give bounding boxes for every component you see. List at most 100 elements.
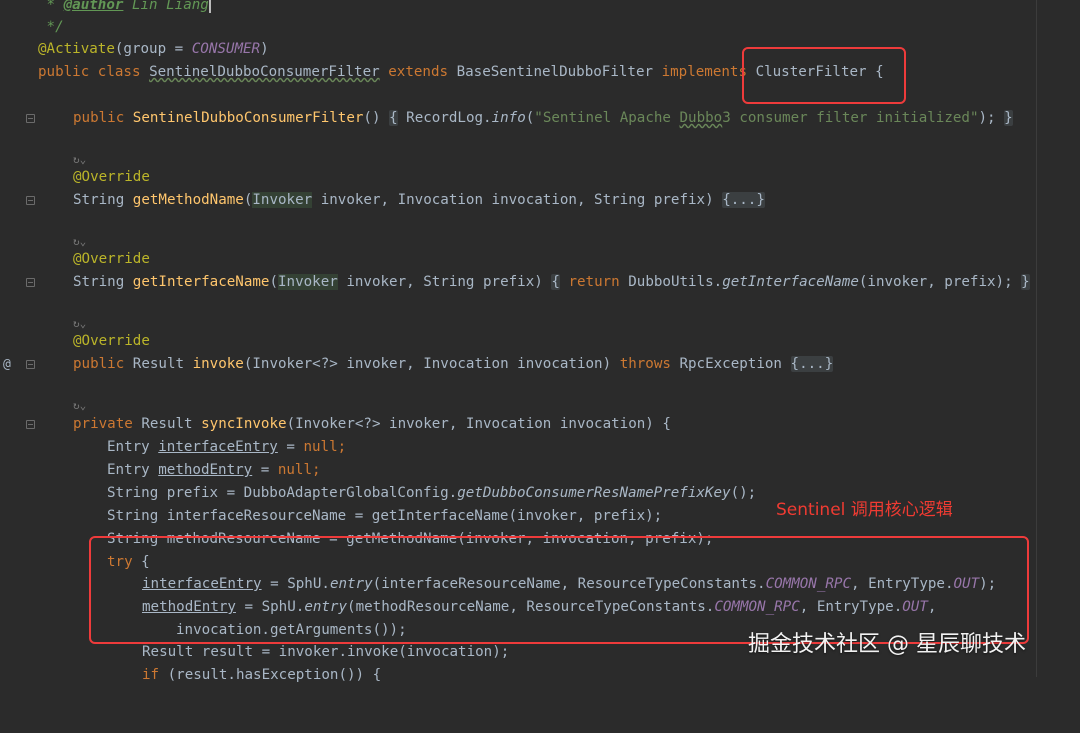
method-name: getInterfaceName [132, 274, 270, 290]
code-token: Result [141, 416, 193, 432]
constructor-name: SentinelDubboConsumerFilter [132, 110, 364, 126]
code-line[interactable]: @Override [0, 248, 150, 271]
code-token: (Invoker<?> invoker, Invocation invocati… [286, 416, 671, 432]
keyword-null: null [303, 439, 338, 455]
code-line[interactable]: public class SentinelDubboConsumerFilter… [0, 61, 884, 84]
code-token: (group = [114, 41, 192, 57]
code-token: (invoker, prefix); [858, 274, 1013, 290]
annotation-activate: @Activate [38, 41, 115, 57]
code-token: ; [337, 439, 347, 455]
doc-author: Lin Liang [123, 0, 209, 13]
folded-body[interactable]: {...} [790, 356, 834, 372]
code-line[interactable]: Entry interfaceEntry = null; [0, 436, 346, 459]
code-token: invoker, String prefix) [337, 274, 552, 290]
code-line[interactable]: Entry methodEntry = null; [0, 459, 321, 482]
code-token: = [252, 462, 278, 478]
code-line[interactable]: String prefix = DubboAdapterGlobalConfig… [0, 482, 756, 505]
right-margin-guide [1036, 0, 1037, 677]
code-token: ) [260, 41, 269, 57]
code-token: String [73, 274, 125, 290]
watermark: 掘金技术社区 @ 星辰聊技术 [748, 632, 1026, 657]
code-line[interactable]: * @author Lin Liang [0, 0, 211, 17]
method-name: syncInvoke [201, 416, 287, 432]
doc-tag: @author [63, 0, 124, 13]
method-call: getDubboConsumerResNamePrefixKey [457, 485, 731, 501]
variable-interface-entry: interfaceEntry [158, 439, 278, 455]
code-token: DubboUtils. [619, 274, 723, 290]
keyword-return: return [568, 274, 620, 290]
code-token: Result [132, 356, 185, 372]
code-token: ); [978, 110, 996, 126]
code-editor[interactable]: * @author Lin Liang */ @Activate(group =… [0, 0, 1080, 683]
fold-open-brace[interactable]: { [389, 110, 398, 126]
code-line[interactable]: try { [0, 551, 150, 574]
annotation-override: @Override [73, 169, 150, 185]
code-text: String interfaceResourceName = getInterf… [107, 508, 663, 524]
code-line[interactable]: String getInterfaceName(Invoker invoker,… [0, 271, 1030, 294]
doc-close: */ [38, 19, 64, 35]
folded-body[interactable]: {...} [722, 192, 765, 208]
code-line[interactable]: @Activate(group = CONSUMER) [0, 38, 269, 61]
constant-consumer: CONSUMER [191, 41, 261, 57]
code-token: ( [525, 110, 535, 126]
keyword-if: if [142, 667, 160, 683]
code-line[interactable]: String getMethodName(Invoker invoker, In… [0, 189, 765, 212]
string-literal: 3 consumer filter initialized" [722, 110, 979, 126]
string-literal: Dubbo [679, 110, 723, 126]
fold-toggle-icon[interactable] [26, 196, 35, 205]
keyword-class: class [97, 64, 141, 80]
annotation-override: @Override [73, 251, 150, 267]
code-token: String prefix = DubboAdapterGlobalConfig… [107, 485, 458, 501]
keyword-private: private [73, 416, 133, 432]
code-line[interactable]: public SentinelDubboConsumerFilter() { R… [0, 107, 1013, 130]
string-literal: "Sentinel Apache [534, 110, 680, 126]
code-line[interactable]: String methodResourceName = getMethodNam… [0, 528, 713, 551]
keyword-public: public [73, 356, 125, 372]
method-name: invoke [192, 356, 244, 372]
code-line[interactable]: Result result = invoker.invoke(invocatio… [0, 641, 509, 664]
code-token: RecordLog. [397, 110, 492, 126]
code-token: RpcException [670, 356, 791, 372]
keyword-implements: implements [661, 64, 748, 80]
code-line[interactable]: @Override [0, 166, 150, 189]
override-marker-icon[interactable]: @ [3, 353, 11, 376]
text-caret [208, 0, 211, 13]
code-token: ; [312, 462, 321, 478]
code-token: (Invoker<?> invoker, Invocation invocati… [243, 356, 620, 372]
code-token: = [277, 439, 304, 455]
annotation-override: @Override [73, 333, 150, 349]
code-line[interactable]: if (result.hasException()) { [0, 664, 381, 687]
keyword-extends: extends [388, 64, 449, 80]
code-line[interactable]: */ [0, 16, 64, 39]
fold-toggle-icon[interactable] [26, 360, 35, 369]
fold-open-brace[interactable]: { [551, 274, 560, 290]
variable-method-entry: methodEntry [158, 462, 253, 478]
code-token: String [73, 192, 125, 208]
fold-close-brace[interactable]: } [1004, 110, 1013, 126]
code-line[interactable]: methodEntry = SphU.entry(methodResourceN… [0, 596, 936, 619]
keyword-public: public [73, 110, 125, 126]
code-line[interactable]: String interfaceResourceName = getInterf… [0, 505, 662, 528]
fold-toggle-icon[interactable] [26, 114, 35, 123]
code-token: () [363, 110, 381, 126]
code-token: Entry [107, 462, 159, 478]
base-class-name: BaseSentinelDubboFilter [456, 64, 654, 80]
code-line[interactable]: private Result syncInvoke(Invoker<?> inv… [0, 413, 671, 436]
highlight-box-cluster-filter [742, 47, 906, 104]
fold-close-brace[interactable]: } [1021, 274, 1030, 290]
code-line[interactable]: invocation.getArguments()); [0, 619, 407, 642]
method-call-info: info [491, 110, 526, 126]
method-name: getMethodName [132, 192, 244, 208]
type-invoker: Invoker [252, 192, 313, 208]
code-line[interactable]: @ public Result invoke(Invoker<?> invoke… [0, 353, 834, 376]
fold-toggle-icon[interactable] [26, 278, 35, 287]
keyword-null: null [277, 462, 313, 478]
type-invoker: Invoker [278, 274, 338, 290]
code-line[interactable]: @Override [0, 330, 150, 353]
keyword-throws: throws [619, 356, 671, 372]
code-token: ( [269, 274, 279, 290]
code-token: Entry [107, 439, 159, 455]
code-line[interactable]: interfaceEntry = SphU.entry(interfaceRes… [0, 573, 996, 596]
fold-toggle-icon[interactable] [26, 420, 35, 429]
code-text: Result result = invoker.invoke(invocatio… [142, 644, 510, 660]
